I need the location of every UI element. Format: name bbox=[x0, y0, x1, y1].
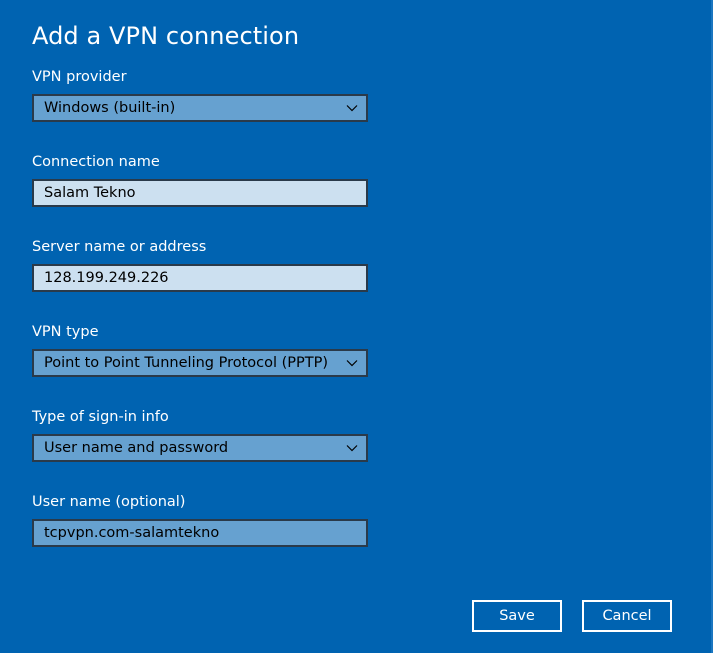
vpn-provider-value: Windows (built-in) bbox=[44, 100, 176, 116]
vpn-type-select[interactable]: Point to Point Tunneling Protocol (PPTP) bbox=[32, 349, 368, 377]
add-vpn-dialog: Add a VPN connection VPN provider Window… bbox=[0, 0, 713, 653]
server-address-input[interactable]: 128.199.249.226 bbox=[32, 264, 368, 292]
username-label: User name (optional) bbox=[32, 494, 186, 510]
chevron-down-icon bbox=[338, 351, 366, 375]
vpn-provider-select[interactable]: Windows (built-in) bbox=[32, 94, 368, 122]
connection-name-value: Salam Tekno bbox=[44, 185, 136, 201]
signin-type-select[interactable]: User name and password bbox=[32, 434, 368, 462]
connection-name-input[interactable]: Salam Tekno bbox=[32, 179, 368, 207]
signin-type-value: User name and password bbox=[44, 440, 229, 456]
vpn-type-value: Point to Point Tunneling Protocol (PPTP) bbox=[44, 355, 329, 371]
signin-type-label: Type of sign-in info bbox=[32, 409, 169, 425]
save-button[interactable]: Save bbox=[472, 600, 562, 632]
vpn-provider-label: VPN provider bbox=[32, 69, 127, 85]
chevron-down-icon bbox=[338, 436, 366, 460]
username-input[interactable]: tcpvpn.com-salamtekno bbox=[32, 519, 368, 547]
vpn-type-label: VPN type bbox=[32, 324, 99, 340]
server-address-value: 128.199.249.226 bbox=[44, 270, 169, 286]
chevron-down-icon bbox=[338, 96, 366, 120]
server-address-label: Server name or address bbox=[32, 239, 207, 255]
dialog-title: Add a VPN connection bbox=[32, 22, 300, 50]
connection-name-label: Connection name bbox=[32, 154, 160, 170]
cancel-button[interactable]: Cancel bbox=[582, 600, 672, 632]
username-value: tcpvpn.com-salamtekno bbox=[44, 525, 220, 541]
